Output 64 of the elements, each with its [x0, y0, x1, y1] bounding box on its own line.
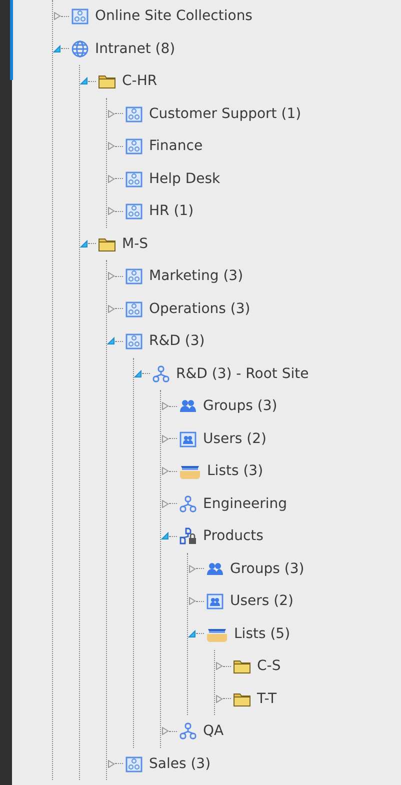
collapsed-arrow-icon[interactable]	[106, 140, 115, 152]
collapsed-arrow-icon[interactable]	[106, 302, 115, 315]
collapsed-arrow-icon[interactable]	[187, 562, 196, 575]
expanded-arrow-icon[interactable]	[79, 75, 88, 88]
site-collection-icon	[125, 332, 143, 350]
tree-item-label[interactable]: Intranet (8)	[95, 40, 176, 57]
expanded-arrow-icon[interactable]	[133, 368, 142, 380]
tree-item-label[interactable]: Online Site Collections	[95, 8, 252, 24]
collapsed-arrow-icon[interactable]	[160, 725, 169, 738]
expanded-arrow-icon[interactable]	[79, 238, 88, 250]
site-hierarchy-icon	[152, 364, 170, 383]
collapsed-arrow-icon[interactable]	[106, 758, 115, 770]
tree-item-label[interactable]: R&D (3) - Root Site	[176, 366, 309, 382]
tree-item-label[interactable]: Lists (5)	[234, 626, 290, 642]
tree-item-label[interactable]: Groups (3)	[230, 560, 304, 577]
tree-item-label[interactable]: Sales (3)	[149, 756, 211, 772]
site-collection-icon	[125, 170, 143, 188]
tree-item-label[interactable]: Engineering	[203, 496, 287, 512]
tree-item-label[interactable]: Groups (3)	[203, 398, 278, 414]
collapsed-arrow-icon[interactable]	[187, 595, 196, 608]
globe-icon	[71, 40, 89, 58]
site-collection-icon	[71, 7, 89, 26]
collapsed-arrow-icon[interactable]	[214, 660, 223, 672]
tree-item-label[interactable]: Customer Support (1)	[149, 106, 302, 122]
user-card-icon	[179, 430, 197, 448]
tree-item-label[interactable]: QA	[203, 723, 224, 740]
tree-item-label[interactable]: C-HR	[122, 73, 158, 90]
site-collection-icon	[125, 300, 143, 318]
tree-item-label[interactable]: Marketing (3)	[149, 268, 244, 284]
tree-item-label[interactable]: Finance	[149, 138, 203, 154]
tree-item-label[interactable]: M-S	[122, 236, 148, 252]
tree-item-label[interactable]: Lists (3)	[207, 463, 264, 480]
locked-site-icon	[179, 527, 197, 546]
collapsed-arrow-icon[interactable]	[106, 205, 115, 218]
tree-item-label[interactable]: Operations (3)	[149, 300, 250, 317]
tree-item-label[interactable]: Users (2)	[230, 593, 294, 610]
user-card-icon	[206, 592, 224, 610]
expanded-arrow-icon[interactable]	[106, 335, 115, 348]
tree-item-label[interactable]: Help Desk	[149, 170, 220, 187]
collapsed-arrow-icon[interactable]	[106, 172, 115, 185]
expanded-arrow-icon[interactable]	[187, 628, 196, 640]
expanded-arrow-icon[interactable]	[52, 42, 61, 55]
tree-item-label[interactable]: Users (2)	[203, 430, 266, 447]
collapsed-arrow-icon[interactable]	[106, 270, 115, 282]
collapsed-arrow-icon[interactable]	[214, 692, 223, 705]
collapsed-arrow-icon[interactable]	[160, 400, 169, 412]
tree-item-label[interactable]: C-S	[257, 658, 281, 674]
tree-item-label[interactable]: T-T	[257, 690, 277, 707]
expanded-arrow-icon[interactable]	[160, 530, 169, 542]
site-hierarchy-icon	[179, 494, 197, 513]
collapsed-arrow-icon[interactable]	[52, 10, 61, 22]
tree-item-label[interactable]: Products	[203, 528, 264, 544]
site-collection-icon	[125, 754, 143, 773]
collapsed-arrow-icon[interactable]	[160, 465, 169, 478]
tree-item-label[interactable]: HR (1)	[149, 203, 194, 220]
tree-item-label[interactable]: R&D (3)	[149, 333, 205, 350]
site-collection-icon	[125, 137, 143, 156]
site-collection-icon	[125, 104, 143, 123]
site-collection-icon	[125, 267, 143, 286]
collapsed-arrow-icon[interactable]	[160, 498, 169, 510]
site-collection-icon	[125, 202, 143, 220]
collapsed-arrow-icon[interactable]	[106, 108, 115, 120]
site-hierarchy-icon	[179, 722, 197, 740]
collapsed-arrow-icon[interactable]	[160, 432, 169, 445]
